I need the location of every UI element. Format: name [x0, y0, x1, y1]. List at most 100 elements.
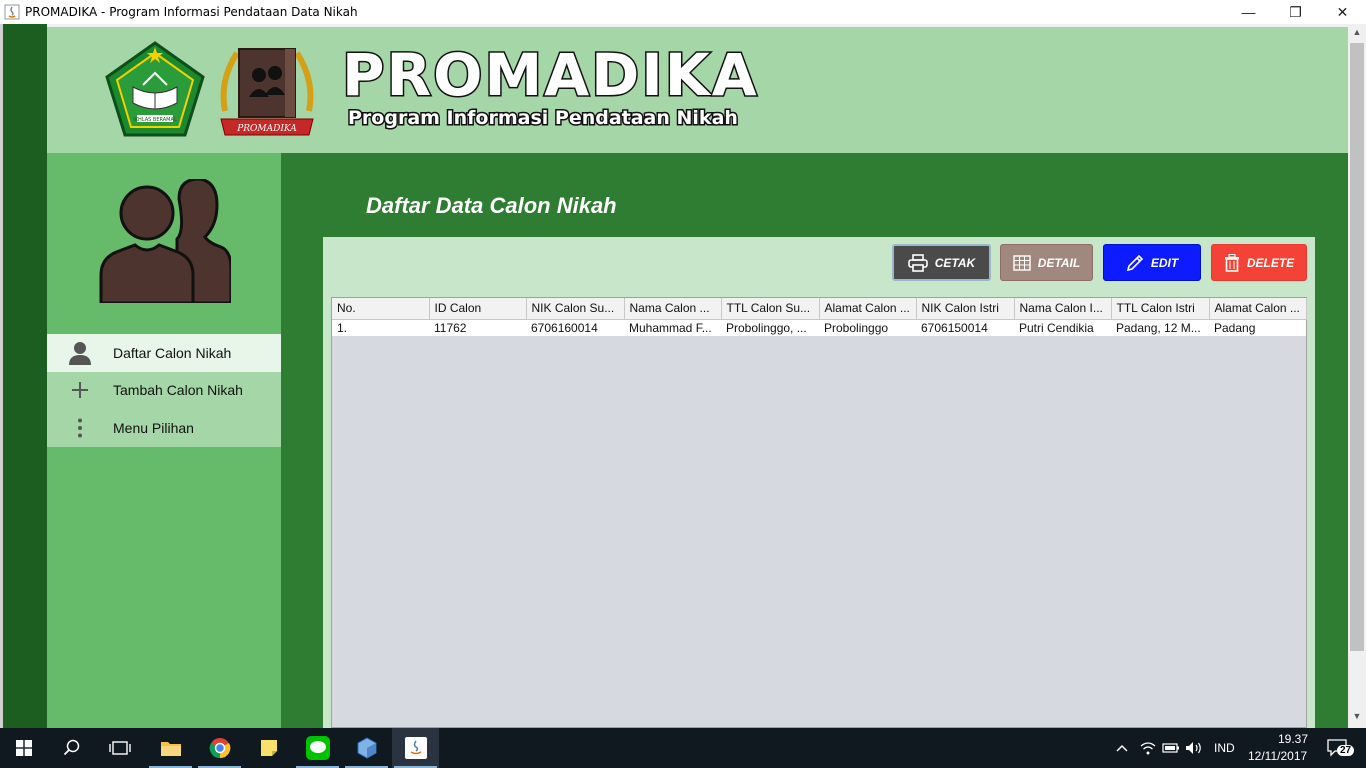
left-decor-strip — [3, 24, 47, 728]
language-indicator[interactable]: IND — [1214, 741, 1235, 755]
table-cell: Padang, 12 M... — [1111, 319, 1209, 336]
search-icon — [63, 739, 80, 756]
sidebar-item-menu-pilihan[interactable]: Menu Pilihan — [47, 409, 281, 447]
table-icon — [1013, 254, 1031, 271]
users-avatar-icon — [99, 179, 231, 303]
delete-button[interactable]: DELETE — [1211, 244, 1307, 281]
java-app-icon — [4, 4, 20, 20]
taskbar-file-explorer[interactable] — [147, 728, 194, 768]
person-icon — [47, 341, 113, 365]
app-window: IKHLAS BERAMAL PROMADIKA PROMADIKA Progr… — [0, 24, 1366, 728]
clock-date[interactable]: 12/11/2017 — [1248, 749, 1307, 763]
calon-nikah-table[interactable]: No. ID Calon NIK Calon Su... Nama Calon … — [331, 297, 1307, 728]
table-cell: Muhammad F... — [624, 319, 721, 336]
battery-button[interactable] — [1160, 728, 1182, 768]
pencil-icon — [1126, 254, 1144, 272]
table-cell: Probolinggo, ... — [721, 319, 819, 336]
minimize-button[interactable]: — — [1225, 0, 1272, 24]
header-banner: IKHLAS BERAMAL PROMADIKA PROMADIKA Progr… — [47, 27, 1348, 153]
cetak-button[interactable]: CETAK — [892, 244, 991, 281]
detail-label: DETAIL — [1037, 255, 1081, 270]
search-button[interactable] — [48, 728, 96, 768]
cetak-label: CETAK — [934, 255, 976, 270]
close-button[interactable]: ✕ — [1319, 0, 1366, 24]
taskbar-chrome[interactable] — [196, 728, 243, 768]
window-title-bar: PROMADIKA - Program Informasi Pendataan … — [0, 0, 1366, 24]
sidebar-item-tambah-calon-nikah[interactable]: Tambah Calon Nikah — [47, 371, 281, 409]
notification-count-badge: 27 — [1337, 745, 1355, 756]
more-vertical-icon — [47, 418, 113, 438]
edit-button[interactable]: EDIT — [1103, 244, 1201, 281]
column-header[interactable]: NIK Calon Istri — [916, 298, 1015, 320]
folder-icon — [160, 742, 181, 756]
volume-icon — [1186, 742, 1201, 754]
detail-button[interactable]: DETAIL — [1000, 244, 1093, 281]
vertical-scrollbar[interactable]: ▲ ▼ — [1348, 24, 1366, 728]
line-icon — [305, 736, 330, 760]
volume-button[interactable] — [1183, 728, 1205, 768]
scroll-down-icon[interactable]: ▼ — [1348, 708, 1366, 724]
brand-title: PROMADIKA — [341, 41, 759, 109]
scroll-up-icon[interactable]: ▲ — [1348, 24, 1366, 40]
sticky-notes-icon — [260, 740, 277, 756]
task-view-button[interactable] — [96, 728, 144, 768]
table-cell: 11762 — [429, 319, 526, 336]
sidebar: Daftar Calon Nikah Tambah Calon Nikah Me… — [47, 153, 281, 728]
column-header[interactable]: NIK Calon Su... — [526, 298, 625, 320]
chevron-up-icon — [1116, 744, 1128, 752]
column-header[interactable]: TTL Calon Su... — [721, 298, 820, 320]
sidebar-menu: Daftar Calon Nikah Tambah Calon Nikah Me… — [47, 334, 281, 447]
java-icon — [404, 737, 427, 759]
column-header[interactable]: Alamat Calon ... — [1209, 298, 1307, 320]
printer-icon — [907, 253, 928, 272]
column-header[interactable]: Alamat Calon ... — [819, 298, 917, 320]
taskbar-java-app[interactable] — [392, 728, 439, 768]
page-title: Daftar Data Calon Nikah — [366, 193, 617, 218]
windows-icon — [16, 740, 32, 756]
clock-time[interactable]: 19.37 — [1264, 732, 1308, 746]
promadika-logo-text: PROMADIKA — [236, 124, 297, 134]
brand-subtitle: Program Informasi Pendataan Nikah — [347, 106, 740, 131]
table-cell: Putri Cendikia — [1014, 319, 1111, 336]
column-header[interactable]: Nama Calon ... — [624, 298, 722, 320]
main-content: Daftar Data Calon Nikah CETAK DETAIL EDI… — [281, 153, 1348, 728]
sidebar-item-label: Tambah Calon Nikah — [113, 382, 243, 399]
show-hidden-icons-button[interactable] — [1110, 728, 1134, 768]
promadika-logo-icon: PROMADIKA — [220, 48, 314, 136]
taskbar-line[interactable] — [294, 728, 341, 768]
table-cell: Padang — [1209, 319, 1306, 336]
taskbar: IND 19.37 12/11/2017 27 — [0, 728, 1366, 768]
action-center-button[interactable]: 27 — [1320, 728, 1356, 768]
network-button[interactable] — [1137, 728, 1159, 768]
table-cell: Probolinggo — [819, 319, 916, 336]
edit-label: EDIT — [1150, 255, 1179, 270]
taskbar-virtualbox[interactable] — [343, 728, 390, 768]
maximize-button[interactable]: ❐ — [1272, 0, 1319, 24]
column-header[interactable]: Nama Calon I... — [1014, 298, 1112, 320]
kemenag-logo-icon: IKHLAS BERAMAL — [105, 41, 205, 137]
delete-label: DELETE — [1246, 255, 1295, 270]
box-icon — [357, 737, 376, 759]
column-header[interactable]: TTL Calon Istri — [1111, 298, 1210, 320]
wifi-icon — [1140, 742, 1156, 755]
table-cell: 1. — [332, 319, 429, 336]
table-row[interactable]: 1. 11762 6706160014 Muhammad F... Probol… — [332, 319, 1306, 336]
plus-icon — [47, 382, 113, 399]
task-view-icon — [109, 741, 131, 755]
table-cell: 6706150014 — [916, 319, 1014, 336]
chrome-icon — [209, 738, 230, 759]
scrollbar-thumb[interactable] — [1350, 43, 1364, 651]
data-panel: CETAK DETAIL EDIT DELETE No. ID Calon NI… — [323, 237, 1315, 728]
table-cell: 6706160014 — [526, 319, 624, 336]
sidebar-item-daftar-calon-nikah[interactable]: Daftar Calon Nikah — [47, 334, 281, 372]
table-header-row: No. ID Calon NIK Calon Su... Nama Calon … — [332, 298, 1307, 320]
sidebar-item-label: Daftar Calon Nikah — [113, 344, 232, 361]
column-header[interactable]: ID Calon — [429, 298, 527, 320]
trash-icon — [1224, 253, 1240, 272]
taskbar-sticky-notes[interactable] — [245, 728, 292, 768]
start-button[interactable] — [0, 728, 48, 768]
window-title: PROMADIKA - Program Informasi Pendataan … — [25, 5, 358, 19]
sidebar-item-label: Menu Pilihan — [113, 419, 194, 436]
column-header[interactable]: No. — [332, 298, 430, 320]
kemenag-logo-text: IKHLAS BERAMAL — [133, 117, 177, 123]
